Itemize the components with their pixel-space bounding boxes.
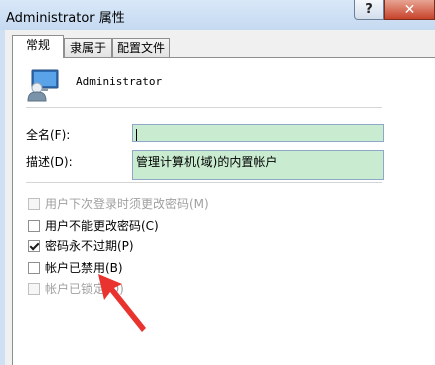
description-field[interactable]: 管理计算机(域)的内置帐户 xyxy=(132,150,384,180)
fullname-field[interactable] xyxy=(132,124,384,142)
checkbox-box[interactable] xyxy=(28,282,40,295)
window-titlebar[interactable]: Administrator 属性 ? ✕ xyxy=(0,0,435,30)
separator xyxy=(26,107,382,108)
description-label: 描述(D): xyxy=(26,155,73,169)
window-title: Administrator 属性 xyxy=(6,11,125,26)
close-icon: ✕ xyxy=(403,1,416,18)
checkbox-box[interactable] xyxy=(28,261,40,274)
checkbox-label: 用户下次登录时须更改密码(M) xyxy=(45,197,209,211)
checkbox-box[interactable] xyxy=(28,239,40,252)
tab-general[interactable]: 常规 xyxy=(12,35,64,58)
user-name: Administrator xyxy=(76,75,163,88)
tab-member-of[interactable]: 隶属于 xyxy=(64,38,112,57)
help-button[interactable]: ? xyxy=(354,0,384,20)
description-value: 管理计算机(域)的内置帐户 xyxy=(136,155,278,169)
checkbox-password-never-expires[interactable]: 密码永不过期(P) xyxy=(28,237,134,254)
separator xyxy=(26,182,382,183)
checkbox-box[interactable] xyxy=(28,197,40,210)
user-icon xyxy=(27,69,59,102)
close-button[interactable]: ✕ xyxy=(384,0,435,20)
help-icon: ? xyxy=(365,2,373,17)
checkbox-label: 用户不能更改密码(C) xyxy=(45,219,159,233)
fullname-label: 全名(F): xyxy=(26,128,71,142)
checkbox-must-change-password[interactable]: 用户下次登录时须更改密码(M) xyxy=(28,195,209,212)
checkbox-cannot-change-password[interactable]: 用户不能更改密码(C) xyxy=(28,217,159,234)
checkbox-label: 密码永不过期(P) xyxy=(45,239,134,253)
red-arrow-icon xyxy=(98,274,146,332)
checkbox-box[interactable] xyxy=(28,219,40,232)
text-caret xyxy=(136,128,137,141)
tab-profile[interactable]: 配置文件 xyxy=(112,38,170,57)
